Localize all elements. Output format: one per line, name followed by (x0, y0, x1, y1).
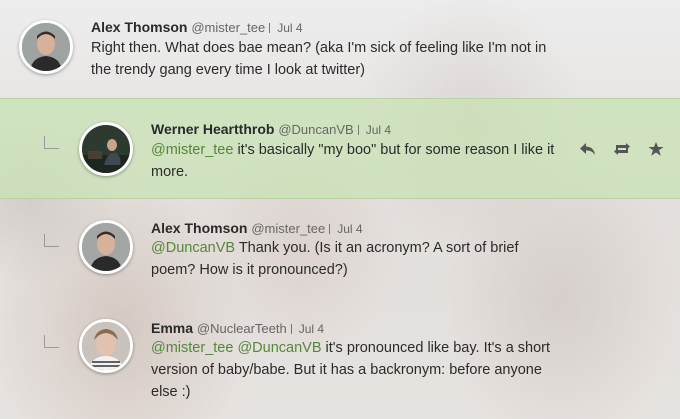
tweet-text: @mister_tee it's basically "my boo" but … (151, 139, 566, 183)
tweet-text: @DuncanVB Thank you. (Is it an acronym? … (151, 237, 541, 281)
reply-thread-line (44, 335, 59, 348)
reply-icon[interactable] (578, 139, 598, 159)
author-name[interactable]: Alex Thomson (151, 220, 247, 236)
reply-thread-line (44, 136, 59, 149)
avatar[interactable] (79, 319, 133, 373)
favorite-icon[interactable] (646, 139, 666, 159)
tweet-text: Right then. What does bae mean? (aka I'm… (91, 37, 561, 81)
author-name[interactable]: Werner Heartthrob (151, 121, 274, 137)
mention-link[interactable]: @mister_tee (151, 142, 233, 158)
author-handle[interactable]: @NuclearTeeth (197, 321, 287, 336)
separator (290, 324, 292, 335)
tweet-header: Werner Heartthrob @DuncanVB Jul 4 (151, 121, 391, 138)
separator (357, 125, 359, 136)
author-handle[interactable]: @mister_tee (191, 20, 265, 35)
tweet-4[interactable]: Emma @NuclearTeeth Jul 4 @mister_tee @Dun… (0, 299, 680, 419)
tweet-header: Alex Thomson @mister_tee Jul 4 (151, 220, 363, 237)
author-name[interactable]: Emma (151, 320, 193, 336)
tweet-3[interactable]: Alex Thomson @mister_tee Jul 4 @DuncanVB … (0, 199, 680, 299)
author-handle[interactable]: @mister_tee (251, 221, 325, 236)
tweet-1[interactable]: Alex Thomson @mister_tee Jul 4 Right then… (0, 0, 680, 98)
mention-link[interactable]: @DuncanVB (151, 240, 235, 256)
tweet-text-content: Right then. What does bae mean? (aka I'm… (91, 40, 547, 78)
avatar[interactable] (79, 122, 133, 176)
author-handle[interactable]: @DuncanVB (278, 122, 353, 137)
retweet-icon[interactable] (612, 139, 632, 159)
separator (329, 224, 331, 235)
tweet-header: Alex Thomson @mister_tee Jul 4 (91, 19, 303, 36)
avatar[interactable] (79, 220, 133, 274)
mention-link[interactable]: @DuncanVB (237, 340, 321, 356)
author-name[interactable]: Alex Thomson (91, 19, 187, 35)
avatar[interactable] (19, 20, 73, 74)
tweet-date[interactable]: Jul 4 (277, 21, 302, 35)
reply-thread-line (44, 234, 59, 247)
tweet-actions (578, 139, 666, 159)
tweet-date[interactable]: Jul 4 (299, 322, 324, 336)
tweet-date[interactable]: Jul 4 (337, 222, 362, 236)
tweet-text: @mister_tee @DuncanVB it's pronounced li… (151, 337, 571, 403)
mention-link[interactable]: @mister_tee (151, 340, 233, 356)
separator (269, 23, 271, 34)
tweet-date[interactable]: Jul 4 (366, 123, 391, 137)
tweet-header: Emma @NuclearTeeth Jul 4 (151, 320, 324, 337)
